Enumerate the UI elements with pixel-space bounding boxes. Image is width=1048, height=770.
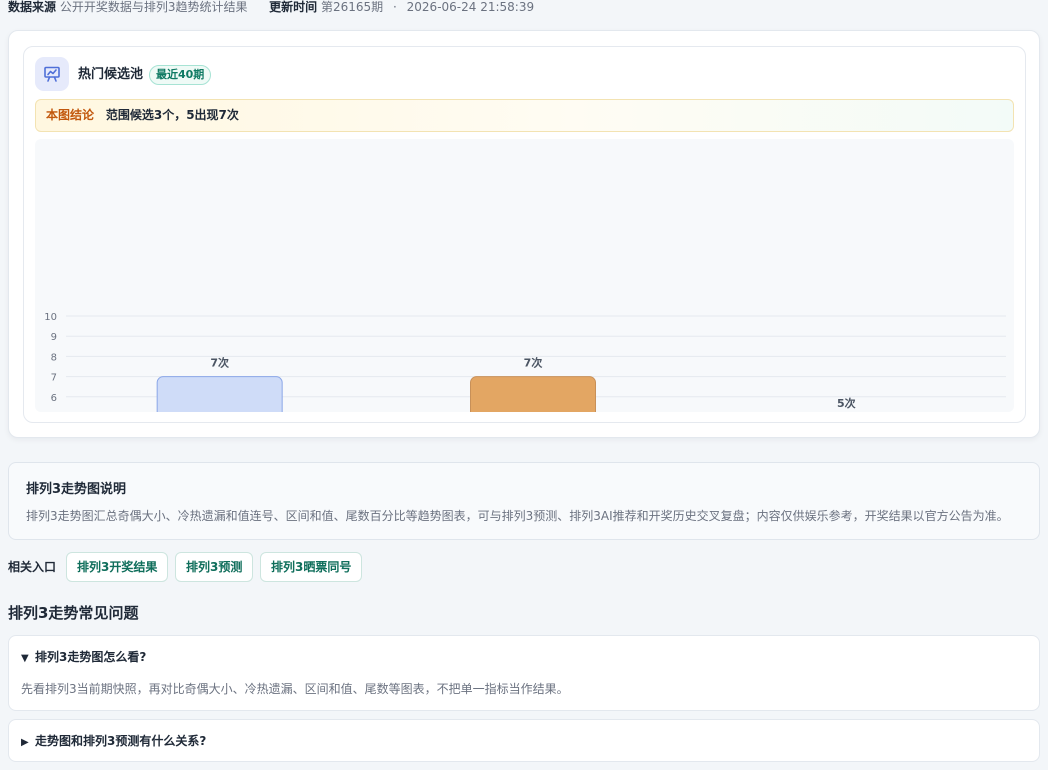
faq-heading: 排列3走势常见问题 (8, 604, 139, 622)
issue-number: 第26165期 (320, 0, 384, 14)
faq-question-2[interactable]: ▶ 走势图和排列3预测有什么关系? (21, 733, 206, 751)
description-card: 排列3走势图说明 排列3走势图汇总奇偶大小、冷热遗漏和值连号、区间和值、尾数百分… (8, 462, 1040, 540)
link-prediction[interactable]: 排列3预测 (175, 552, 254, 582)
conclusion-banner: 本图结论 范围候选3个，5出现7次 (35, 99, 1014, 132)
source-label: 数据来源 (8, 0, 57, 14)
faq-question-1[interactable]: ▼ 排列3走势图怎么看? (21, 649, 146, 667)
y-tick-label: 7 (51, 373, 57, 384)
related-links: 相关入口 排列3开奖结果 排列3预测 排列3晒票同号 (8, 552, 608, 582)
faq-item-1[interactable]: ▼ 排列3走势图怎么看? 先看排列3当前期快照，再对比奇偶大小、冷热遗漏、区间和值… (8, 635, 1040, 711)
y-tick-label: 6 (51, 393, 57, 404)
conclusion-text: 范围候选3个，5出现7次 (105, 108, 239, 122)
bar-5 (156, 376, 283, 412)
link-same-number[interactable]: 排列3晒票同号 (260, 552, 363, 582)
y-tick-label: 8 (51, 352, 57, 363)
period-badge: 最近40期 (149, 65, 212, 85)
hot-pool-section: 热门候选池 最近40期 本图结论 范围候选3个，5出现7次 0123456789… (8, 30, 1040, 438)
link-draw-results[interactable]: 排列3开奖结果 (66, 552, 169, 582)
description-text: 排列3走势图汇总奇偶大小、冷热遗漏和值连号、区间和值、尾数百分比等趋势图表，可与… (26, 509, 1009, 523)
y-tick-label: 9 (51, 332, 57, 343)
faq-question-2-text: 走势图和排列3预测有什么关系? (35, 734, 207, 748)
faq-answer-1: 先看排列3当前期快照，再对比奇偶大小、冷热遗漏、区间和值、尾数等图表，不把单一指… (21, 682, 569, 696)
conclusion-tag: 本图结论 (46, 108, 95, 122)
meta-separator: · (393, 0, 397, 14)
data-source-bar: 数据来源 公开开奖数据与排列3趋势统计结果 更新时间 第26165期 · 202… (8, 0, 534, 14)
presentation-chart-icon (35, 57, 69, 91)
data-label: 7次 (524, 356, 543, 370)
caret-down-icon: ▼ (21, 653, 29, 664)
update-datetime: 2026-06-24 21:58:39 (406, 0, 535, 14)
faq-question-1-text: 排列3走势图怎么看? (35, 650, 147, 664)
caret-right-icon: ▶ (21, 737, 29, 748)
bar-chart-svg: 0123456789107次57次35次1 (44, 312, 1006, 412)
faq-item-2[interactable]: ▶ 走势图和排列3预测有什么关系? (8, 719, 1040, 762)
y-tick-label: 10 (44, 312, 57, 323)
description-title: 排列3走势图说明 (26, 482, 127, 497)
data-label: 5次 (837, 396, 856, 410)
pool-title: 热门候选池 (78, 67, 144, 82)
data-label: 7次 (210, 356, 229, 370)
hot-pool-card: 热门候选池 最近40期 本图结论 范围候选3个，5出现7次 0123456789… (23, 46, 1026, 423)
related-links-label: 相关入口 (8, 560, 57, 574)
bar-3 (470, 376, 596, 412)
hot-pool-chart: 0123456789107次57次35次1 (35, 139, 1014, 412)
update-label: 更新时间 (269, 0, 318, 14)
source-value: 公开开奖数据与排列3趋势统计结果 (59, 0, 248, 14)
